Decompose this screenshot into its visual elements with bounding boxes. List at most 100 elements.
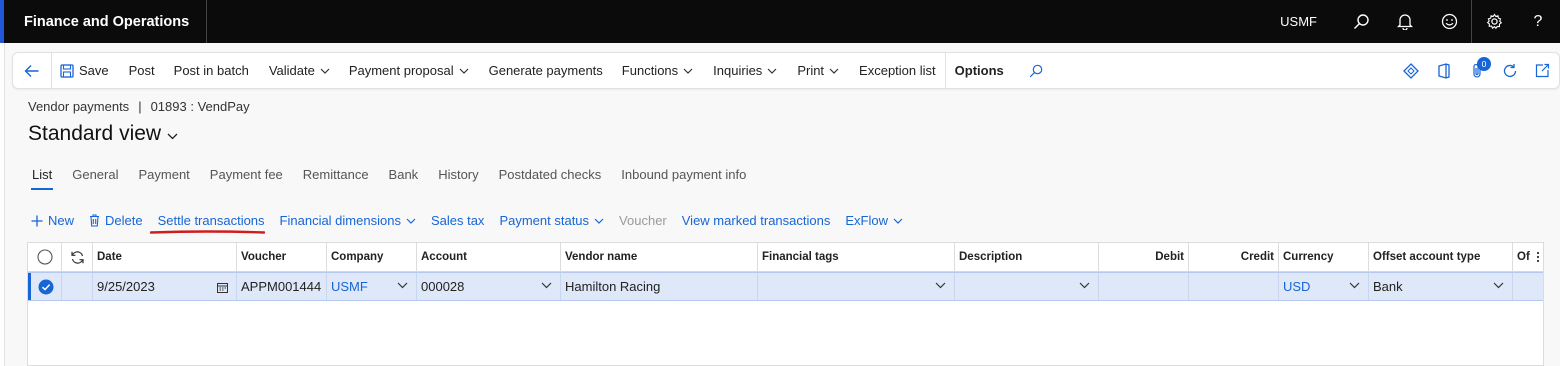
company-picker[interactable]: USMF <box>1280 14 1317 29</box>
col-voucher[interactable]: Voucher <box>236 243 326 271</box>
col-debit[interactable]: Debit <box>1098 243 1188 271</box>
company-value[interactable]: USMF <box>331 279 368 294</box>
options-tab[interactable]: Options <box>955 53 1004 88</box>
select-all-checkbox[interactable] <box>28 243 61 271</box>
back-button[interactable] <box>13 53 51 88</box>
diamond-icon[interactable] <box>1394 53 1427 88</box>
description-field[interactable] <box>954 273 1098 300</box>
validate-menu[interactable]: Validate <box>269 53 330 88</box>
generate-payments-button[interactable]: Generate payments <box>489 53 603 88</box>
account-value: 000028 <box>421 279 465 294</box>
date-field[interactable]: 9/25/2023 <box>92 273 236 300</box>
tab-strip: List General Payment Payment fee Remitta… <box>30 167 766 190</box>
new-label: New <box>48 213 75 228</box>
chevron-down-icon <box>167 133 178 139</box>
tab-payment-fee[interactable]: Payment fee <box>210 167 283 187</box>
app-title[interactable]: Finance and Operations <box>4 0 208 43</box>
col-description[interactable]: Description <box>954 243 1098 271</box>
attachments-icon[interactable]: 0 <box>1460 53 1493 88</box>
print-menu[interactable]: Print <box>797 53 839 88</box>
offset-account-type-value: Bank <box>1373 279 1403 294</box>
tab-history[interactable]: History <box>438 167 478 187</box>
tab-remittance[interactable]: Remittance <box>303 167 369 187</box>
delete-button[interactable]: Delete <box>89 213 143 228</box>
office-icon[interactable] <box>1427 53 1460 88</box>
view-marked-transactions-button[interactable]: View marked transactions <box>682 213 831 228</box>
offset-truncated-field[interactable] <box>1512 273 1544 300</box>
chevron-down-icon <box>459 68 469 74</box>
voucher-button[interactable]: Voucher <box>619 213 667 228</box>
financial-tags-field[interactable] <box>757 273 954 300</box>
functions-menu[interactable]: Functions <box>622 53 693 88</box>
open-new-window-icon[interactable] <box>1526 53 1559 88</box>
chevron-down-icon <box>893 218 903 224</box>
inquiries-menu[interactable]: Inquiries <box>713 53 777 88</box>
debit-field[interactable] <box>1098 273 1188 300</box>
tab-postdated-checks[interactable]: Postdated checks <box>499 167 602 187</box>
view-selector[interactable]: Standard view <box>28 122 178 146</box>
exflow-label: ExFlow <box>845 213 888 228</box>
col-offset-account-type[interactable]: Offset account type <box>1368 243 1512 271</box>
col-offset-truncated[interactable]: Of <box>1512 243 1544 271</box>
col-vendor-name[interactable]: Vendor name <box>560 243 757 271</box>
col-date[interactable]: Date <box>92 243 236 271</box>
credit-field[interactable] <box>1188 273 1278 300</box>
save-button[interactable]: Save <box>60 53 109 88</box>
payment-status-menu[interactable]: Payment status <box>499 213 604 228</box>
col-company[interactable]: Company <box>326 243 416 271</box>
vendor-name-field[interactable]: Hamilton Racing <box>560 273 757 300</box>
tab-payment[interactable]: Payment <box>138 167 189 187</box>
gear-icon[interactable] <box>1472 0 1516 43</box>
row-checkbox[interactable] <box>28 273 61 300</box>
chevron-down-icon[interactable] <box>397 282 408 289</box>
calendar-icon[interactable] <box>217 282 228 293</box>
sales-tax-button[interactable]: Sales tax <box>431 213 484 228</box>
col-credit[interactable]: Credit <box>1188 243 1278 271</box>
action-search-button[interactable] <box>1029 53 1043 88</box>
action-pane-divider <box>51 52 52 89</box>
chevron-down-icon[interactable] <box>1349 282 1360 289</box>
col-financial-tags[interactable]: Financial tags <box>757 243 954 271</box>
voucher-field[interactable]: APPM001444 <box>236 273 326 300</box>
breadcrumb-module[interactable]: Vendor payments <box>28 99 129 114</box>
checked-circle-icon <box>38 279 54 294</box>
currency-value[interactable]: USD <box>1283 279 1310 294</box>
account-field[interactable]: 000028 <box>416 273 560 300</box>
post-in-batch-button[interactable]: Post in batch <box>174 53 249 88</box>
company-field[interactable]: USMF <box>326 273 416 300</box>
table-row[interactable]: 9/25/2023 APPM001444 USMF 000028 Hamilto… <box>28 272 1543 301</box>
exflow-menu[interactable]: ExFlow <box>845 213 903 228</box>
exception-list-button[interactable]: Exception list <box>859 53 936 88</box>
payment-proposal-menu[interactable]: Payment proposal <box>349 53 469 88</box>
tab-inbound-payment-info[interactable]: Inbound payment info <box>621 167 746 187</box>
tab-bank[interactable]: Bank <box>389 167 419 187</box>
tab-general[interactable]: General <box>72 167 118 187</box>
back-arrow-icon <box>24 64 39 77</box>
tab-list[interactable]: List <box>30 167 54 190</box>
settle-transactions-button[interactable]: Settle transactions <box>158 213 265 228</box>
chevron-down-icon[interactable] <box>1079 282 1090 289</box>
col-account[interactable]: Account <box>416 243 560 271</box>
exception-list-label: Exception list <box>859 63 936 78</box>
currency-field[interactable]: USD <box>1278 273 1368 300</box>
post-button[interactable]: Post <box>129 53 155 88</box>
col-currency[interactable]: Currency <box>1278 243 1368 271</box>
bell-icon[interactable] <box>1383 0 1427 43</box>
date-value: 9/25/2023 <box>97 279 155 294</box>
app-bar-right: USMF ? <box>1280 0 1560 43</box>
generate-payments-label: Generate payments <box>488 63 603 78</box>
chevron-down-icon[interactable] <box>935 282 946 289</box>
app-bar: Finance and Operations USMF ? <box>0 0 1560 43</box>
financial-dimensions-menu[interactable]: Financial dimensions <box>280 213 416 228</box>
action-pane: Save Post Post in batch Validate Payment… <box>12 52 1560 89</box>
help-icon[interactable]: ? <box>1516 0 1560 43</box>
chevron-down-icon[interactable] <box>1493 282 1504 289</box>
chevron-down-icon[interactable] <box>541 282 552 289</box>
new-button[interactable]: New <box>31 213 74 228</box>
refresh-column-button[interactable] <box>61 243 92 271</box>
smiley-icon[interactable] <box>1427 0 1471 43</box>
search-icon[interactable] <box>1339 0 1383 43</box>
payment-status-label: Payment status <box>499 213 590 228</box>
offset-account-type-field[interactable]: Bank <box>1368 273 1512 300</box>
refresh-icon[interactable] <box>1493 53 1526 88</box>
